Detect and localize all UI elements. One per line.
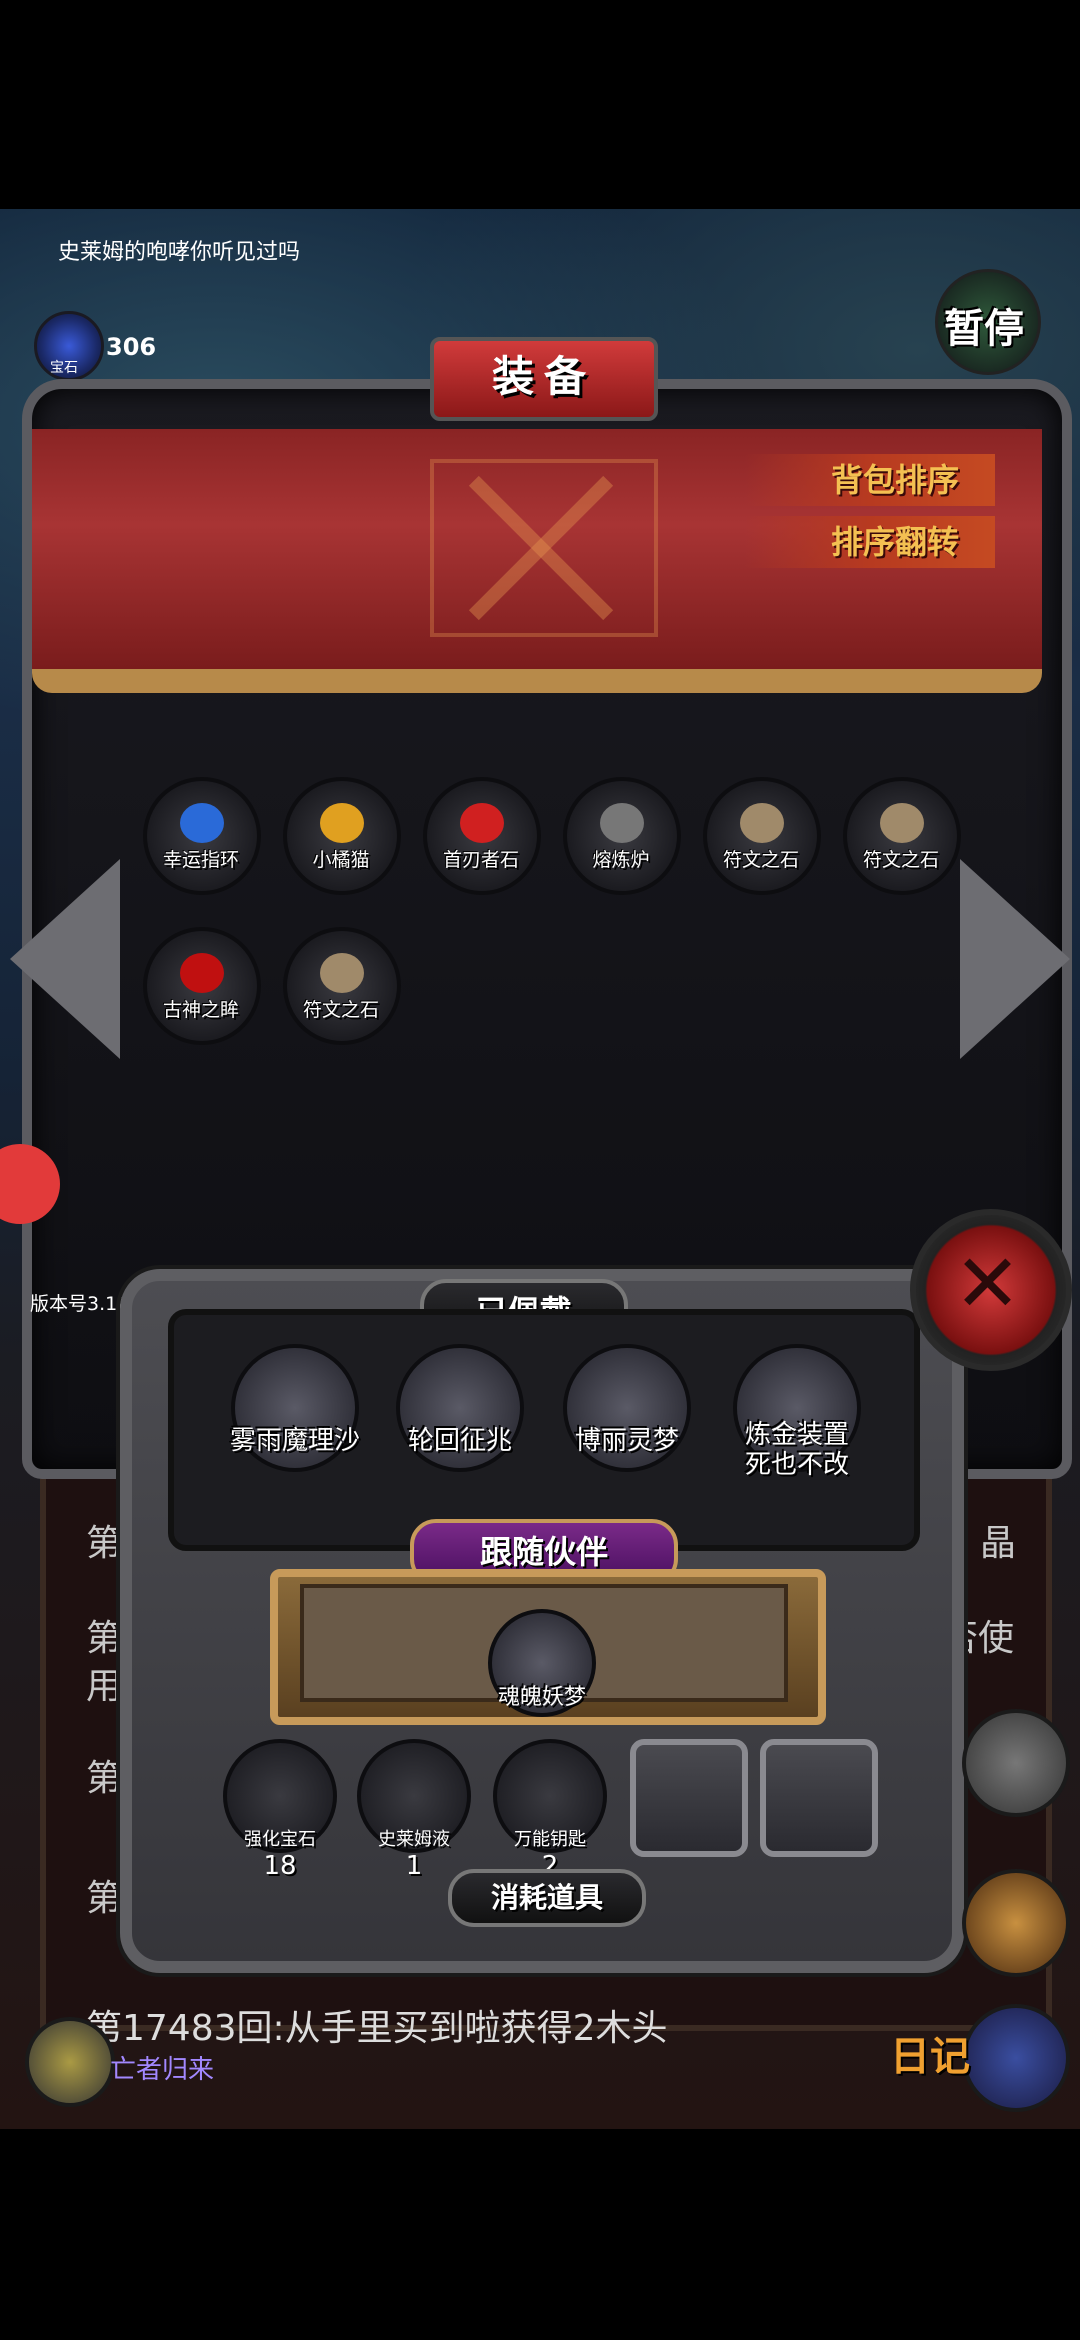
item-circle xyxy=(703,777,821,895)
item-circle xyxy=(563,777,681,895)
item-slot[interactable]: 符文之石 xyxy=(843,777,961,895)
gem-count: 306 xyxy=(106,333,157,361)
item-circle xyxy=(283,777,401,895)
crossed-swords-emblem xyxy=(430,459,658,637)
item-name: 符文之石 xyxy=(862,849,939,871)
item-name: 熔炼炉 xyxy=(592,849,650,871)
empty-consumable-slot[interactable] xyxy=(760,1739,878,1857)
gem-label: 宝石 xyxy=(50,360,78,376)
item-name: 首刃者石 xyxy=(442,849,519,871)
item-slot[interactable]: 首刃者石 xyxy=(423,777,541,895)
prev-page-arrow-icon[interactable] xyxy=(10,859,120,1059)
companion-slot[interactable]: 魂魄妖梦 xyxy=(467,1609,617,1717)
equipped-name: 博丽灵梦 xyxy=(574,1426,679,1456)
item-name: 古神之眸 xyxy=(162,999,239,1021)
item-slot[interactable]: 小橘猫 xyxy=(283,777,401,895)
diary-label[interactable]: 日记 xyxy=(890,2024,970,2082)
item-slot[interactable]: 幸运指环 xyxy=(143,777,261,895)
log-main-line: 第17483回:从手里买到啦获得2木头 xyxy=(86,2008,668,2049)
log-line: 用 xyxy=(86,1666,123,1707)
consumables-title: 消耗道具 xyxy=(490,1881,603,1914)
rune-stone-icon xyxy=(320,953,364,993)
rune-stone-icon xyxy=(880,803,924,843)
close-icon: ✕ xyxy=(954,1237,1022,1330)
furnace-icon xyxy=(600,803,644,843)
consumables-title-plate: 消耗道具 xyxy=(448,1869,646,1927)
item-name: 幸运指环 xyxy=(162,849,239,871)
player-status-label: 亡者归来 xyxy=(110,2055,215,2085)
item-name: 符文之石 xyxy=(302,999,379,1021)
consumable-slot[interactable]: 史莱姆液 1 xyxy=(356,1739,472,1881)
consumable-name: 万能钥匙 xyxy=(514,1829,586,1850)
item-slot[interactable]: 古神之眸 xyxy=(143,927,261,1045)
companion-title: 跟随伙伴 xyxy=(479,1533,608,1571)
item-circle xyxy=(843,777,961,895)
item-slot[interactable]: 熔炼炉 xyxy=(563,777,681,895)
equipped-name: 雾雨魔理沙 xyxy=(229,1426,360,1456)
item-circle xyxy=(143,927,261,1045)
panel-title: 装备 xyxy=(491,352,596,401)
item-name: 符文之石 xyxy=(722,849,799,871)
knight-helmet-icon[interactable] xyxy=(962,1709,1070,1817)
log-line: 第 xyxy=(86,1758,123,1799)
top-tip-text: 史莱姆的咆哮你听见过吗 xyxy=(58,240,301,265)
pause-button[interactable]: 暂停 xyxy=(935,269,1041,375)
item-circle xyxy=(283,927,401,1045)
log-line: 晶 xyxy=(980,1523,1017,1564)
item-slot[interactable]: 符文之石 xyxy=(283,927,401,1045)
cat-icon xyxy=(320,803,364,843)
companion-name: 魂魄妖梦 xyxy=(497,1685,586,1710)
item-circle xyxy=(143,777,261,895)
blade-icon xyxy=(460,803,504,843)
pause-label: 暂停 xyxy=(944,306,1024,352)
player-helmet-icon[interactable] xyxy=(25,2017,115,2107)
version-label: 版本号3.16 xyxy=(30,1293,130,1315)
consumable-name: 强化宝石 xyxy=(244,1829,316,1850)
equipped-slot[interactable]: 博丽灵梦 xyxy=(552,1344,702,1472)
item-slot[interactable]: 符文之石 xyxy=(703,777,821,895)
eye-icon xyxy=(180,953,224,993)
game-screen: 史莱姆的咆哮你听见过吗 宝石 306 暂停 第 第 用 第 第 晶 否使 第17… xyxy=(0,209,1080,2129)
item-circle xyxy=(423,777,541,895)
log-line: 第 xyxy=(86,1618,123,1659)
rune-stone-icon xyxy=(740,803,784,843)
ring-icon xyxy=(180,803,224,843)
log-line: 第 xyxy=(86,1523,123,1564)
close-button[interactable]: ✕ xyxy=(910,1209,1072,1371)
sort-reverse-label: 排序翻转 xyxy=(830,523,959,561)
tavern-mug-icon[interactable] xyxy=(962,1869,1070,1977)
empty-consumable-slot[interactable] xyxy=(630,1739,748,1857)
diary-book-icon[interactable] xyxy=(962,2004,1070,2112)
consumable-slot[interactable]: 万能钥匙 2 xyxy=(492,1739,608,1881)
bag-sort-label: 背包排序 xyxy=(830,461,959,499)
equipped-name: 炼金装置 死也不改 xyxy=(744,1420,849,1480)
consumable-count: 18 xyxy=(263,1851,297,1881)
equipped-name: 轮回征兆 xyxy=(407,1426,512,1456)
consumable-name: 史莱姆液 xyxy=(378,1829,450,1850)
consumable-slot[interactable]: 强化宝石 18 xyxy=(222,1739,338,1881)
bag-sort-button[interactable]: 背包排序 xyxy=(745,454,995,506)
item-name: 小橘猫 xyxy=(312,849,370,871)
panel-title-plate: 装备 xyxy=(430,337,658,421)
equipped-slot[interactable]: 轮回征兆 xyxy=(385,1344,535,1472)
sort-reverse-button[interactable]: 排序翻转 xyxy=(745,516,995,568)
equipped-slot[interactable]: 炼金装置 死也不改 xyxy=(722,1344,872,1480)
log-line: 第 xyxy=(86,1878,123,1919)
equipped-slot[interactable]: 雾雨魔理沙 xyxy=(220,1344,370,1472)
next-page-arrow-icon[interactable] xyxy=(960,859,1070,1059)
